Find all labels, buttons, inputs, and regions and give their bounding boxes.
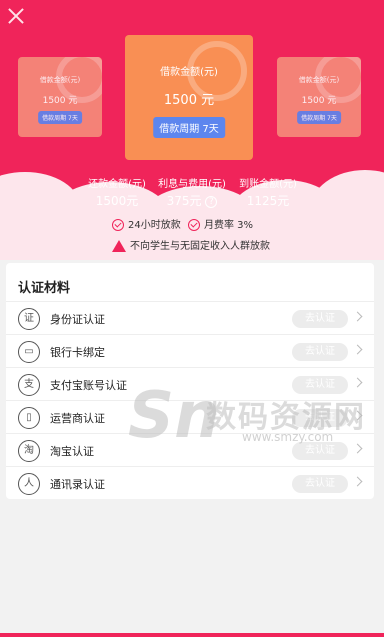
note-fast: 24小时放款 bbox=[112, 216, 181, 231]
check-icon bbox=[188, 219, 200, 231]
certify-button[interactable]: 去认证 bbox=[292, 442, 348, 460]
alipay-icon: 支 bbox=[18, 374, 40, 396]
loan-card-selected[interactable]: 借款金额(元) 1500 元 借款周期 7天 bbox=[125, 35, 253, 160]
cert-row-id-card[interactable]: 证 身份证认证 去认证 bbox=[6, 301, 374, 334]
cert-row-contacts[interactable]: 人 通讯录认证 去认证 bbox=[6, 466, 374, 499]
loan-card-amount: 1500 元 bbox=[163, 93, 215, 108]
close-icon[interactable] bbox=[6, 6, 26, 26]
taobao-icon: 淘 bbox=[18, 440, 40, 462]
loan-card-label: 借款金额(元) bbox=[160, 67, 218, 78]
bank-card-icon: ▭ bbox=[18, 341, 40, 363]
chevron-right-icon bbox=[352, 311, 363, 322]
certify-button[interactable]: 去认证 bbox=[292, 343, 348, 361]
id-card-icon: 证 bbox=[18, 308, 40, 330]
cert-row-bank-card[interactable]: ▭ 银行卡绑定 去认证 bbox=[6, 334, 374, 367]
cert-row-carrier[interactable]: ▯ 运营商认证 去认证 bbox=[6, 400, 374, 433]
loan-card-period: 借款周期 7天 bbox=[153, 117, 225, 138]
certification-title: 认证材料 bbox=[18, 281, 71, 296]
contacts-icon: 人 bbox=[18, 473, 40, 495]
loan-card-label: 借款金额(元) bbox=[39, 76, 81, 84]
chevron-right-icon bbox=[352, 344, 363, 355]
cert-row-alipay[interactable]: 支 支付宝账号认证 去认证 bbox=[6, 367, 374, 400]
check-icon bbox=[112, 219, 124, 231]
certify-button[interactable]: 去认证 bbox=[292, 376, 348, 394]
loan-card-label: 借款金额(元) bbox=[298, 76, 340, 84]
help-icon[interactable]: ? bbox=[205, 195, 218, 208]
certify-button[interactable]: 去认证 bbox=[292, 409, 348, 427]
chevron-right-icon bbox=[352, 410, 363, 421]
chevron-right-icon bbox=[352, 377, 363, 388]
loan-card-left[interactable]: 借款金额(元) 1500 元 借款周期 7天 bbox=[18, 57, 102, 137]
loan-card-right[interactable]: 借款金额(元) 1500 元 借款周期 7天 bbox=[277, 57, 361, 137]
phone-carrier-icon: ▯ bbox=[18, 407, 40, 429]
certify-button[interactable]: 去认证 bbox=[292, 475, 348, 493]
loan-header: 借款金额(元) 1500 元 借款周期 7天 借款金额(元) 1500 元 借款… bbox=[0, 0, 384, 200]
bottom-accent-bar bbox=[0, 633, 384, 637]
cert-row-taobao[interactable]: 淘 淘宝认证 去认证 bbox=[6, 433, 374, 466]
loan-card-amount: 1500 元 bbox=[301, 96, 337, 106]
chevron-right-icon bbox=[352, 443, 363, 454]
loan-card-period: 借款周期 7天 bbox=[38, 111, 82, 124]
warning-icon bbox=[112, 240, 126, 252]
chevron-right-icon bbox=[352, 476, 363, 487]
stat-received: 到账金额(元) 1125元 bbox=[239, 179, 297, 208]
loan-stats: 还款金额(元) 1500元 利息与费用(元) 375元 ? 到账金额(元) 11… bbox=[0, 175, 384, 209]
certify-button[interactable]: 去认证 bbox=[292, 310, 348, 328]
loan-card-period: 借款周期 7天 bbox=[297, 111, 341, 124]
certification-panel: 认证材料 证 身份证认证 去认证 ▭ 银行卡绑定 去认证 支 支付宝账号认证 去… bbox=[6, 263, 374, 499]
note-rate: 月费率 3% bbox=[188, 216, 253, 231]
note-warning: 不向学生与无固定收入人群放款 bbox=[112, 237, 270, 252]
loan-card-amount: 1500 元 bbox=[42, 96, 78, 106]
